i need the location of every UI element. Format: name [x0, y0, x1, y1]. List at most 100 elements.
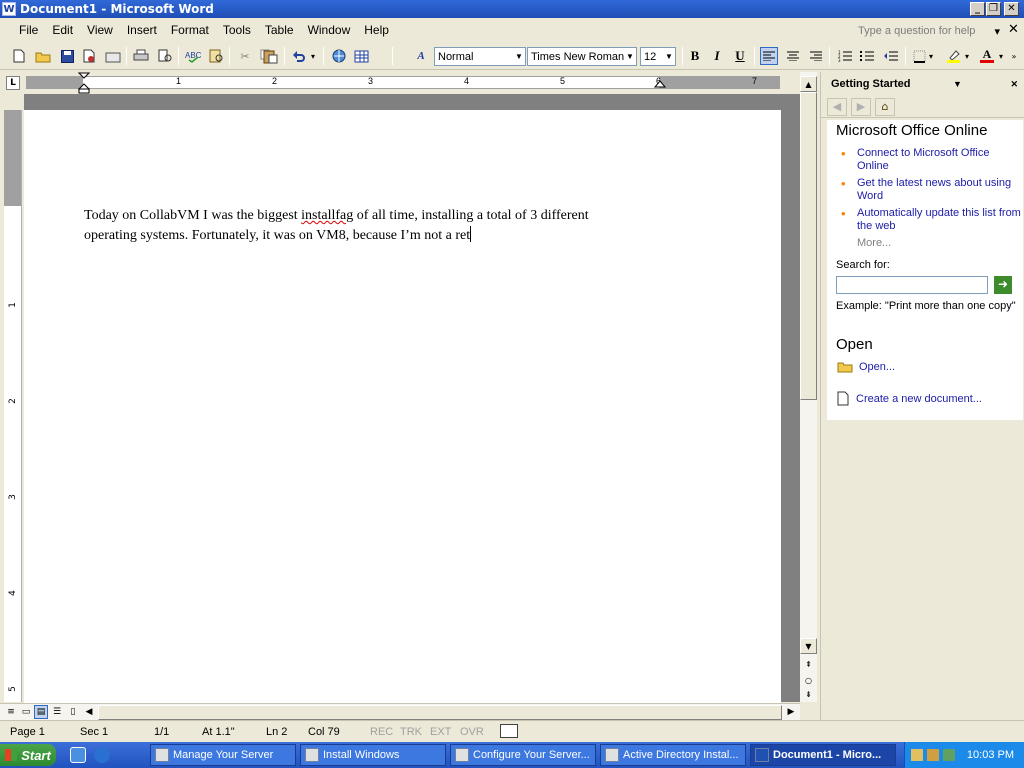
status-column[interactable]: Col 79: [308, 726, 340, 738]
document-close-icon[interactable]: ✕: [1008, 22, 1019, 37]
chevron-down-icon[interactable]: ▼: [624, 48, 636, 65]
word-app-icon[interactable]: W: [2, 2, 16, 16]
email-icon[interactable]: [104, 47, 122, 65]
close-icon[interactable]: ✕: [1010, 79, 1018, 90]
permission-icon[interactable]: [80, 47, 98, 65]
next-page-icon[interactable]: ⇟: [800, 686, 817, 702]
vertical-ruler[interactable]: 1 2 3 4 5: [4, 110, 22, 702]
status-page-count[interactable]: 1/1: [154, 726, 169, 738]
chevron-down-icon[interactable]: ▼: [953, 79, 962, 89]
toolbar-options-icon[interactable]: »: [1009, 47, 1019, 65]
align-right-icon[interactable]: [807, 47, 825, 65]
create-link-row[interactable]: Create a new document...: [827, 391, 1023, 406]
menu-format[interactable]: Format: [164, 23, 216, 37]
styles-formatting-icon[interactable]: A: [412, 47, 430, 65]
document-page[interactable]: Today on CollabVM I was the biggest inst…: [24, 110, 781, 710]
vertical-scrollbar[interactable]: ▲ ▼ ⇞ ○ ⇟: [800, 72, 817, 702]
scroll-left-icon[interactable]: ◀: [82, 705, 96, 719]
status-ext[interactable]: EXT: [430, 726, 451, 738]
menu-help[interactable]: Help: [357, 23, 396, 37]
link-connect-office-online[interactable]: Connect to Microsoft Office Online: [827, 147, 1023, 173]
menu-table[interactable]: Table: [258, 23, 301, 37]
chevron-down-icon[interactable]: ▼: [513, 48, 525, 65]
misspelled-word[interactable]: installfag: [301, 208, 353, 223]
link-latest-news[interactable]: Get the latest news about using Word: [827, 177, 1023, 203]
scroll-down-icon[interactable]: ▼: [800, 638, 817, 654]
menu-window[interactable]: Window: [301, 23, 358, 37]
italic-button[interactable]: I: [708, 47, 726, 65]
task-install-windows[interactable]: Install Windows: [300, 744, 446, 766]
chevron-down-icon[interactable]: ▼: [663, 48, 675, 65]
show-desktop-icon[interactable]: [70, 747, 86, 763]
insert-hyperlink-icon[interactable]: [330, 47, 348, 65]
internet-explorer-icon[interactable]: [94, 747, 110, 763]
web-layout-icon[interactable]: ▭: [19, 705, 33, 719]
undo-dropdown-icon[interactable]: ▾: [308, 47, 318, 65]
more-link[interactable]: More...: [827, 237, 1023, 249]
create-document-link[interactable]: Create a new document...: [856, 393, 982, 405]
chevron-down-icon[interactable]: ▾: [962, 47, 972, 65]
home-icon[interactable]: ⌂: [875, 97, 895, 116]
menu-file[interactable]: File: [12, 23, 45, 37]
scroll-right-icon[interactable]: ▶: [784, 705, 798, 719]
restore-button[interactable]: ❐: [986, 2, 1001, 16]
horizontal-scroll-thumb[interactable]: [98, 705, 782, 720]
font-color-button[interactable]: A: [978, 47, 996, 65]
forward-icon[interactable]: ▶: [851, 97, 871, 116]
task-manage-your-server[interactable]: Manage Your Server: [150, 744, 296, 766]
highlight-icon[interactable]: [944, 47, 962, 65]
reading-layout-icon[interactable]: ▯: [66, 705, 80, 719]
align-center-icon[interactable]: [784, 47, 802, 65]
normal-view-icon[interactable]: ≡: [4, 705, 18, 719]
network-icon[interactable]: [911, 749, 923, 761]
close-button[interactable]: ✕: [1004, 2, 1019, 16]
menu-tools[interactable]: Tools: [216, 23, 258, 37]
menu-view[interactable]: View: [80, 23, 120, 37]
security-icon[interactable]: [943, 749, 955, 761]
go-arrow-icon[interactable]: ➜: [994, 276, 1012, 294]
status-line[interactable]: Ln 2: [266, 726, 287, 738]
minimize-button[interactable]: _: [970, 2, 985, 16]
task-word-document[interactable]: Document1 - Micro...: [750, 744, 896, 766]
start-button[interactable]: Start: [0, 744, 56, 766]
document-canvas[interactable]: Today on CollabVM I was the biggest inst…: [24, 94, 800, 710]
chevron-down-icon[interactable]: ▾: [926, 47, 936, 65]
style-combo[interactable]: Normal ▼: [434, 47, 526, 66]
help-search-box[interactable]: Type a question for help ▾: [858, 22, 1006, 40]
task-configure-your-server[interactable]: Configure Your Server...: [450, 744, 596, 766]
chevron-down-icon[interactable]: ▾: [996, 47, 1006, 65]
new-document-icon[interactable]: [10, 47, 28, 65]
chevron-down-icon[interactable]: ▾: [994, 25, 1000, 38]
cut-icon[interactable]: ✂: [236, 47, 254, 65]
status-ovr[interactable]: OVR: [460, 726, 484, 738]
back-icon[interactable]: ◀: [827, 97, 847, 116]
status-page[interactable]: Page 1: [10, 726, 45, 738]
clock[interactable]: 10:03 PM: [967, 749, 1014, 761]
scroll-thumb[interactable]: [800, 92, 817, 400]
print-preview-icon[interactable]: [156, 47, 174, 65]
spelling-status-icon[interactable]: [500, 724, 518, 738]
spelling-grammar-icon[interactable]: ABC: [184, 47, 202, 65]
open-link-row[interactable]: Open...: [827, 360, 1023, 373]
previous-page-icon[interactable]: ⇞: [800, 656, 817, 672]
horizontal-ruler[interactable]: L 1 2 3 4 5 6 7: [0, 72, 816, 94]
font-size-combo[interactable]: 12 ▼: [640, 47, 676, 66]
numbering-icon[interactable]: 123: [836, 47, 854, 65]
horizontal-scrollbar[interactable]: ≡ ▭ ▤ ☰ ▯ ◀ ▶: [0, 703, 800, 720]
right-indent-marker-icon[interactable]: [654, 78, 666, 88]
task-active-directory[interactable]: Active Directory Instal...: [600, 744, 746, 766]
ruler-strip[interactable]: [26, 76, 780, 89]
document-body-text[interactable]: Today on CollabVM I was the biggest inst…: [84, 206, 644, 246]
decrease-indent-icon[interactable]: [882, 47, 900, 65]
indent-marker-icon[interactable]: [78, 72, 90, 94]
undo-icon[interactable]: [290, 47, 308, 65]
tables-borders-icon[interactable]: [352, 47, 370, 65]
tray-app-icon[interactable]: [927, 749, 939, 761]
print-layout-icon[interactable]: ▤: [34, 705, 48, 719]
tab-selector-icon[interactable]: L: [6, 76, 20, 90]
open-folder-icon[interactable]: [34, 47, 52, 65]
paste-icon[interactable]: [262, 47, 280, 65]
link-auto-update[interactable]: Automatically update this list from the …: [827, 207, 1023, 233]
status-rec[interactable]: REC: [370, 726, 393, 738]
menu-insert[interactable]: Insert: [120, 23, 164, 37]
